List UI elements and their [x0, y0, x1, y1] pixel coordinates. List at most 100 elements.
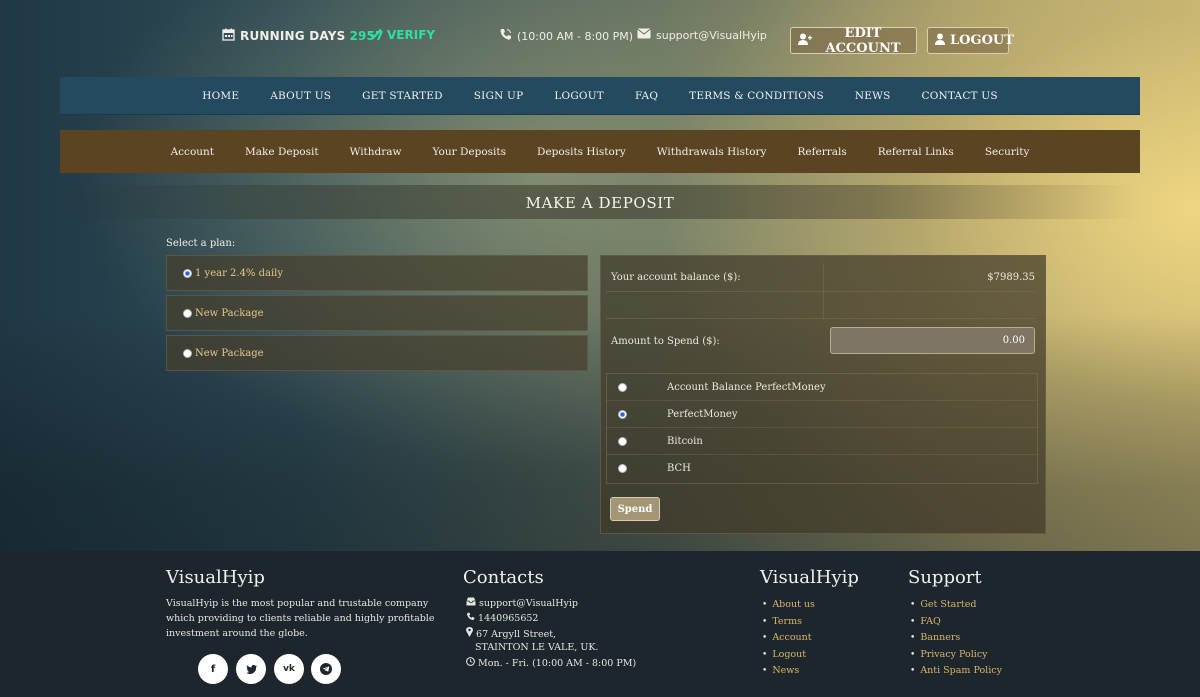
contact-phone-text: 1440965652: [478, 613, 539, 624]
footer-link-logout[interactable]: Logout: [762, 647, 815, 664]
nav-contact-us[interactable]: CONTACT US: [906, 90, 1013, 102]
calendar-icon: [222, 28, 235, 44]
edit-account-button[interactable]: EDIT ACCOUNT: [790, 25, 917, 56]
nav-news[interactable]: NEWS: [839, 90, 906, 102]
working-hours: (10:00 AM - 8:00 PM): [499, 28, 633, 44]
payment-label: Bitcoin: [667, 436, 703, 447]
spend-button[interactable]: Spend: [610, 497, 660, 521]
plan-label: New Package: [195, 307, 264, 319]
contact-email-text: support@VisualHyip: [479, 598, 578, 609]
footer-links-list: About us Terms Account Logout News: [762, 597, 815, 680]
footer-link-news[interactable]: News: [762, 663, 815, 680]
plan-radio[interactable]: [183, 348, 192, 358]
telegram-icon[interactable]: [311, 654, 341, 684]
payment-radio[interactable]: [618, 410, 627, 419]
mail-icon: [637, 28, 651, 42]
main-nav: HOME ABOUT US GET STARTED SIGN UP LOGOUT…: [60, 77, 1140, 115]
nav-terms[interactable]: TERMS & CONDITIONS: [674, 90, 840, 102]
user-icon: [935, 33, 945, 48]
account-nav-account[interactable]: Account: [155, 146, 229, 158]
nav-home[interactable]: HOME: [187, 90, 255, 102]
plan-option[interactable]: 1 year 2.4% daily: [166, 255, 588, 291]
edit-account-label: EDIT ACCOUNT: [825, 25, 901, 56]
running-days-label: RUNNING DAYS: [240, 29, 346, 43]
account-nav-deposits-history[interactable]: Deposits History: [522, 146, 642, 158]
balance-label: Your account balance ($):: [611, 272, 741, 283]
footer-link-privacy-policy[interactable]: Privacy Policy: [910, 647, 1002, 664]
hours-text: (10:00 AM - 8:00 PM): [517, 29, 634, 43]
table-divider: [823, 263, 824, 319]
balance-value: $7989.35: [987, 272, 1035, 283]
contact-hours-text: Mon. - Fri. (10:00 AM - 8:00 PM): [478, 658, 637, 669]
account-nav-withdraw[interactable]: Withdraw: [334, 146, 417, 158]
plan-radio[interactable]: [183, 268, 192, 278]
footer-link-anti-spam-policy[interactable]: Anti Spam Policy: [910, 663, 1002, 680]
nav-sign-up[interactable]: SIGN UP: [458, 90, 539, 102]
footer-links-title: VisualHyip: [760, 567, 859, 588]
logout-label: LOGOUT: [950, 33, 1014, 48]
plan-option[interactable]: New Package: [166, 295, 588, 331]
footer-about-text: VisualHyip is the most popular and trust…: [166, 598, 435, 639]
support-email[interactable]: support@VisualHyip: [637, 28, 767, 42]
payment-radio[interactable]: [618, 464, 627, 473]
amount-input[interactable]: [830, 327, 1035, 354]
clock-icon: [466, 657, 478, 669]
plan-radio[interactable]: [183, 308, 192, 318]
amount-label: Amount to Spend ($):: [611, 336, 720, 347]
footer-link-banners[interactable]: Banners: [910, 630, 1002, 647]
account-nav-referral-links[interactable]: Referral Links: [862, 146, 969, 158]
phone-icon: [466, 612, 478, 624]
footer-link-faq[interactable]: FAQ: [910, 614, 1002, 631]
page-title: MAKE A DEPOSIT: [525, 194, 675, 212]
select-plan-label: Select a plan:: [166, 238, 236, 249]
payment-radio[interactable]: [618, 437, 627, 446]
footer-link-get-started[interactable]: Get Started: [910, 597, 1002, 614]
payment-label: Account Balance PerfectMoney: [667, 382, 826, 393]
payment-method-option[interactable]: Account Balance PerfectMoney: [606, 374, 1038, 401]
account-nav: Account Make Deposit Withdraw Your Depos…: [60, 130, 1140, 173]
account-nav-withdrawals-history[interactable]: Withdrawals History: [641, 146, 782, 158]
empty-row: [606, 292, 1036, 319]
twitter-icon[interactable]: [236, 654, 266, 684]
inbox-icon: [466, 597, 479, 609]
vk-icon[interactable]: vk: [274, 654, 304, 684]
payment-radio[interactable]: [618, 383, 627, 392]
footer-contact-email[interactable]: support@VisualHyip: [466, 597, 578, 609]
payment-method-option[interactable]: PerfectMoney: [606, 401, 1038, 428]
footer-contact-hours: Mon. - Fri. (10:00 AM - 8:00 PM): [466, 657, 636, 669]
payment-method-option[interactable]: BCH: [606, 455, 1038, 482]
footer-link-terms[interactable]: Terms: [762, 614, 815, 631]
phone-icon: [499, 28, 512, 44]
nav-about-us[interactable]: ABOUT US: [255, 90, 347, 102]
nav-get-started[interactable]: GET STARTED: [347, 90, 459, 102]
nav-faq[interactable]: FAQ: [619, 90, 673, 102]
map-marker-icon: [466, 627, 476, 640]
account-nav-make-deposit[interactable]: Make Deposit: [230, 146, 335, 158]
footer-link-about-us[interactable]: About us: [762, 597, 815, 614]
logout-button[interactable]: LOGOUT: [927, 27, 1014, 54]
top-bar: RUNNING DAYS 2957 VERIFY (10:00 AM - 8:0…: [0, 0, 1200, 76]
plan-option[interactable]: New Package: [166, 335, 588, 371]
payment-label: BCH: [667, 463, 691, 474]
footer-contact-phone: 1440965652: [466, 612, 538, 624]
account-nav-security[interactable]: Security: [969, 146, 1045, 158]
check-icon: [369, 28, 382, 42]
nav-logout[interactable]: LOGOUT: [539, 90, 620, 102]
payment-method-option[interactable]: Bitcoin: [606, 428, 1038, 455]
running-days: RUNNING DAYS 2957: [222, 28, 384, 44]
plan-label: New Package: [195, 347, 264, 359]
account-nav-referrals[interactable]: Referrals: [782, 146, 862, 158]
contact-address-line-1: 67 Argyll Street,: [476, 629, 557, 640]
facebook-icon[interactable]: f: [198, 654, 228, 684]
contact-address-line-2: STAINTON LE VALE, UK.: [475, 642, 599, 653]
footer-support-title: Support: [908, 567, 982, 588]
verify-label: VERIFY: [387, 28, 436, 42]
footer-link-account[interactable]: Account: [762, 630, 815, 647]
email-text: support@VisualHyip: [656, 28, 767, 42]
verify-link[interactable]: VERIFY: [369, 28, 435, 42]
footer-support-list: Get Started FAQ Banners Privacy Policy A…: [910, 597, 1002, 680]
account-nav-your-deposits[interactable]: Your Deposits: [417, 146, 522, 158]
user-plus-icon: [798, 33, 812, 48]
footer-about-title: VisualHyip: [166, 567, 265, 588]
plan-label: 1 year 2.4% daily: [195, 267, 284, 279]
